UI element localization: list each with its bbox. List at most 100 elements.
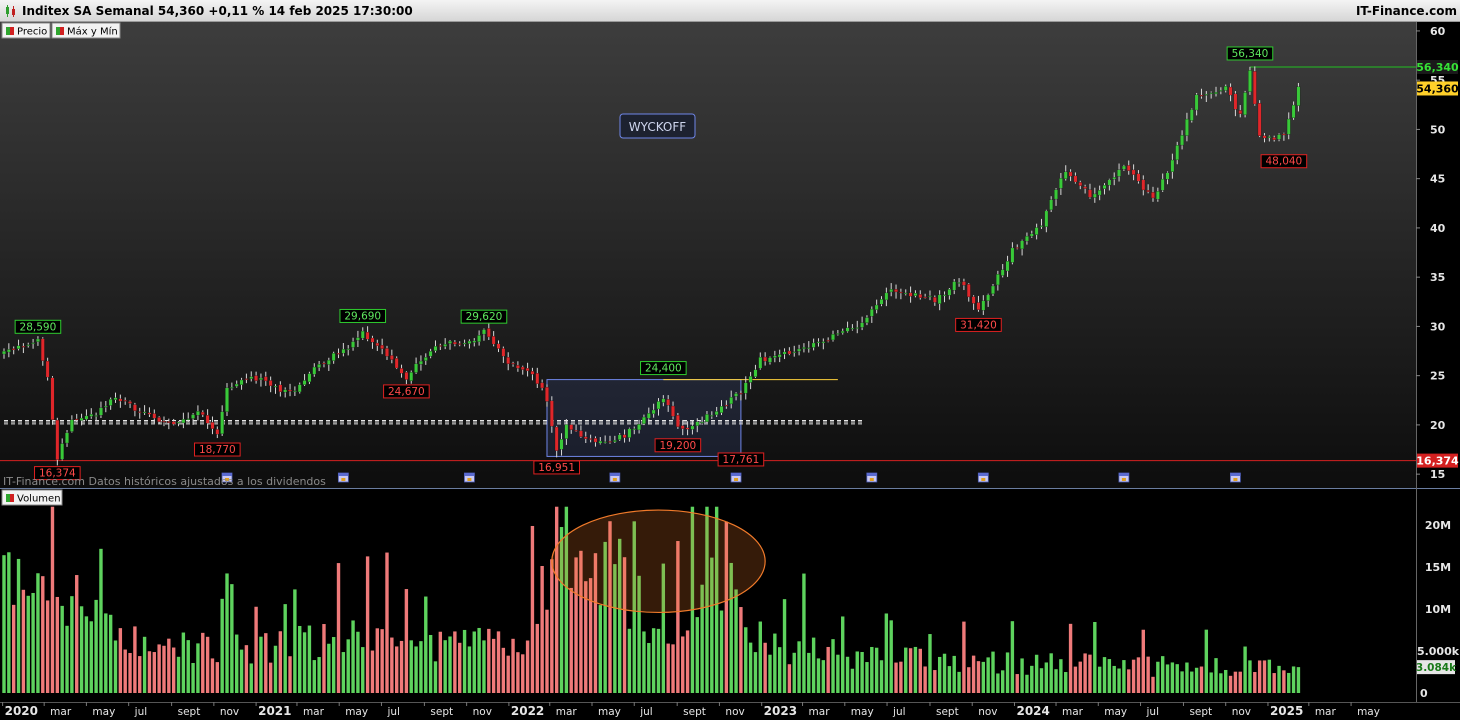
volume-bar [113,640,118,693]
volume-bar [937,656,942,693]
volume-bar [1287,672,1291,693]
candle-body [758,356,763,369]
dividend-icon-coin [981,478,986,481]
volume-bar [904,647,908,693]
candle-body [671,405,675,417]
volume-bar [501,647,506,693]
candle-body [491,336,496,345]
time-tick-label: nov [978,706,997,718]
candle-body [627,428,632,438]
candle-body [108,399,113,406]
volume-bar [210,658,215,693]
volume-bar [259,636,263,693]
candle-body [792,351,797,353]
wyckoff-annotation[interactable]: WYCKOFF [619,113,696,139]
candle-body [36,338,40,342]
volume-bar [496,631,501,693]
volume-bar [831,639,835,693]
candle-body [166,421,171,423]
time-tick-label: 2021 [258,704,291,718]
candle-body [787,350,792,355]
marker-label: 29,690 [344,310,381,322]
candle-body [128,401,132,404]
candle-body [7,349,11,353]
volume-bar [375,628,379,693]
volume-bar [1127,669,1131,693]
volume-bar [467,646,472,693]
chart-canvas[interactable]: 28,590 16,374 18,770 29,690 24,670 29,620 16,9… [0,22,1460,720]
legend-volume[interactable]: Volumen [1,489,63,506]
volume-bar [152,652,156,693]
candle-body [326,359,331,365]
candle-body [811,342,816,348]
candle-body [1083,186,1087,189]
candle-body [1010,247,1015,263]
candle-body [210,422,215,429]
candle-body [433,346,438,351]
time-tick-label: jul [134,706,148,718]
candle-body [2,350,6,355]
volume-bar [351,620,355,693]
volume-bar [268,662,273,693]
volume-bar [307,625,312,693]
last-price-badge-label: 54,360 [1416,82,1459,95]
legend-maxmin[interactable]: Máx y Mín [51,22,121,39]
dividend-icon-top [731,473,742,476]
time-tick-label: sept [430,706,453,718]
volume-bar [685,630,690,693]
candle-body [1073,175,1078,183]
volume-bar [1015,674,1019,693]
volume-bar [816,658,821,693]
candle-body [1204,94,1209,96]
candle-body [60,443,65,460]
time-axis: 2020 mar may jul sept nov 2021 mar may jul sept nov… [2,702,1380,718]
candle-body [739,393,743,395]
volume-bar [288,656,292,693]
dividend-icon-top [1118,473,1129,476]
volume-bar [181,632,186,693]
volume-bar [244,645,249,693]
legend-price[interactable]: Precio [1,22,51,39]
volume-bar [1039,668,1044,693]
volume-bar [196,643,200,693]
volume-bar [744,627,748,693]
volume-bar [506,655,510,693]
candle-body [709,415,714,417]
candle-body [162,421,166,423]
volume-bar [41,576,45,693]
volume-bar [1064,672,1068,693]
volume-bar [642,631,646,693]
source-note: IT-Finance.com Datos históricos ajustado… [3,475,326,488]
time-tick-label: 2023 [764,704,797,718]
volume-bar [1277,665,1281,693]
candle-body [16,345,21,349]
volume-bar [346,639,350,693]
volume-bar [933,670,937,693]
volume-bar [1083,653,1087,693]
volume-bar [225,573,229,693]
volume-bar [908,648,913,693]
marker-label: 16,951 [538,462,575,474]
volume-bar [21,589,26,693]
marker-label: 18,770 [199,444,236,456]
candle-body [360,330,365,339]
candle-body [259,377,263,380]
volume-bar [1054,669,1058,693]
candle-body [31,342,35,344]
candle-body [239,379,244,385]
candle-body [642,416,646,424]
volume-bar [428,634,433,693]
volume-bar [1156,661,1160,693]
volume-bar [535,623,539,693]
volume-bar [424,596,428,693]
volume-bar [884,613,889,693]
candle-body [1151,192,1155,199]
volume-bar [996,673,1000,693]
candle-body [196,411,200,416]
candle-body [1068,171,1073,177]
candle-body [365,331,370,340]
dividend-icon-coin [341,478,346,481]
candle-body [705,414,709,422]
candle-body [996,274,1000,286]
candle-body [782,351,787,355]
